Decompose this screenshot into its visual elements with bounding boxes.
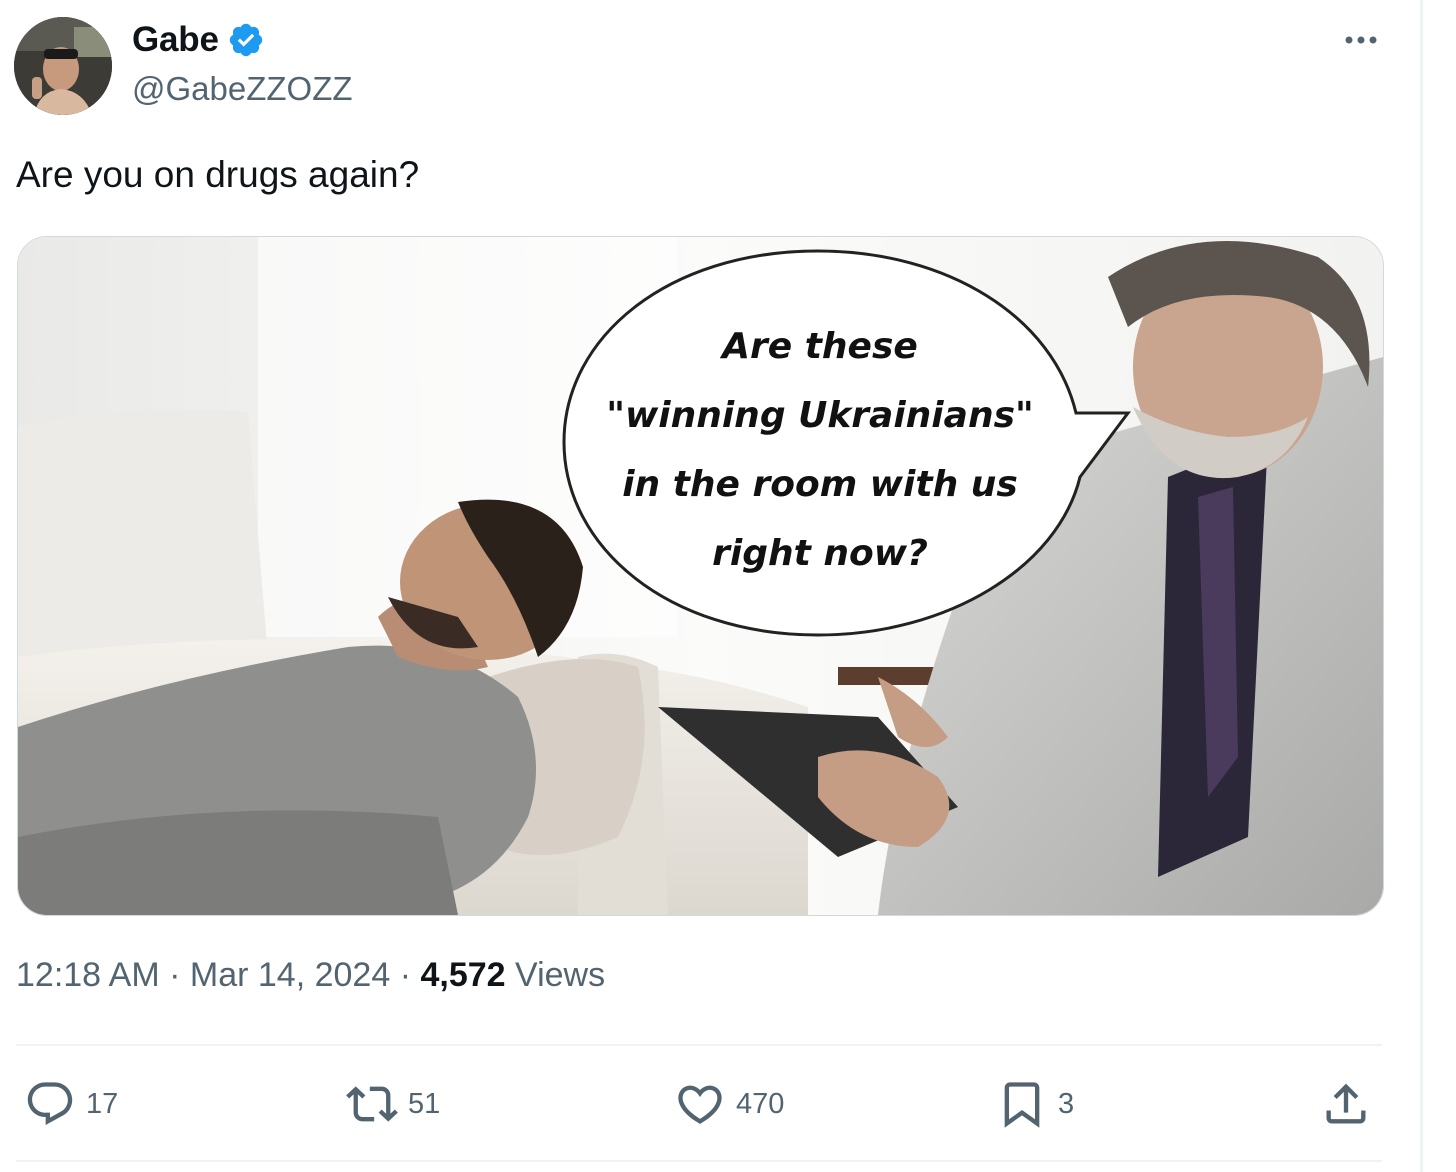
meme-caption-line: in the room with us xyxy=(622,464,1018,505)
more-options-button[interactable] xyxy=(1338,22,1384,58)
meta-separator: · xyxy=(399,956,412,994)
repost-button[interactable]: 51 xyxy=(346,1078,440,1130)
views-label: Views xyxy=(515,956,606,994)
reply-count: 17 xyxy=(86,1087,119,1120)
bookmark-icon xyxy=(1004,1082,1040,1128)
reply-icon xyxy=(27,1082,73,1126)
repost-icon xyxy=(346,1086,398,1122)
repost-count: 51 xyxy=(408,1087,441,1120)
meme-caption-line: Are these xyxy=(722,326,918,367)
tweet-text: Are you on drugs again? xyxy=(16,154,420,195)
tweet-time[interactable]: 12:18 AM xyxy=(16,956,160,994)
meme-caption: Are these "winning Ukrainians" in the ro… xyxy=(570,312,1070,588)
author-handle[interactable]: @GabeZZOZZ xyxy=(132,70,353,108)
bookmark-count: 3 xyxy=(1058,1087,1075,1120)
meme-caption-line: "winning Ukrainians" xyxy=(606,395,1034,436)
more-options-icon xyxy=(1345,36,1377,44)
timeline-right-border xyxy=(1420,0,1423,1172)
heart-icon xyxy=(678,1085,722,1124)
author-name[interactable]: Gabe xyxy=(132,20,219,60)
tweet-meta: 12:18 AM · Mar 14, 2024 · 4,572 Views xyxy=(16,956,605,995)
verified-badge-icon xyxy=(229,23,262,57)
reply-button[interactable]: 17 xyxy=(24,1078,118,1130)
meta-separator: · xyxy=(169,956,181,994)
bookmark-button[interactable]: 3 xyxy=(996,1078,1074,1130)
author-name-row[interactable]: Gabe xyxy=(132,20,265,60)
like-button[interactable]: 470 xyxy=(674,1078,784,1130)
meme-caption-line: right now? xyxy=(712,533,928,574)
share-button[interactable] xyxy=(1320,1078,1372,1130)
divider xyxy=(16,1044,1382,1046)
tweet-date[interactable]: Mar 14, 2024 xyxy=(190,956,390,994)
views-count: 4,572 xyxy=(420,956,506,994)
share-icon xyxy=(1326,1083,1366,1124)
like-count: 470 xyxy=(736,1087,785,1120)
divider xyxy=(16,1160,1382,1162)
avatar[interactable] xyxy=(14,17,112,115)
